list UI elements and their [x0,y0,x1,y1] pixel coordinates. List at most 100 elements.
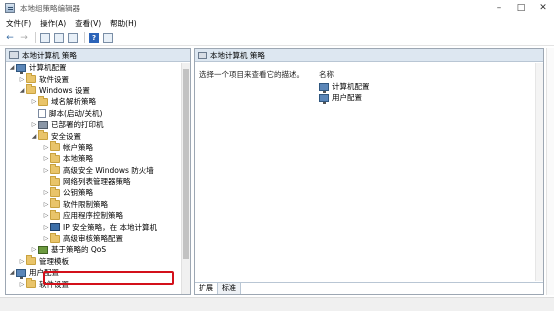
show-hide-tree-icon[interactable] [39,32,51,44]
folder-icon [26,84,36,95]
expand-arrow-icon[interactable]: ◢ [8,269,16,276]
close-icon[interactable]: ✕ [532,0,554,16]
tree-label: 安全设置 [51,131,81,141]
folder-icon [26,278,36,289]
tree-item-network-list[interactable]: 网络列表管理器策略 [6,175,190,187]
tab-extended[interactable]: 扩展 [195,283,218,294]
folder-icon [38,130,48,141]
list-item[interactable]: 用户配置 [319,92,362,104]
folder-icon [50,198,60,209]
tree-item-name-resolution[interactable]: ▷ 域名解析策略 [6,95,190,107]
tree-item-public-key[interactable]: ▷ 公钥策略 [6,186,190,198]
tree-label: 软件设置 [39,279,69,289]
folder-icon [50,152,60,163]
expand-arrow-icon[interactable]: ◢ [18,87,26,94]
tree-item-app-control[interactable]: ▷ 应用程序控制策略 [6,209,190,221]
list-item-label: 用户配置 [332,93,362,102]
tree-item-local-policies[interactable]: ▷ 本地策略 [6,152,190,164]
collapsed-arrow-icon[interactable]: ▷ [18,281,26,288]
forward-icon[interactable]: → [18,32,30,44]
tree-label: Windows 设置 [39,85,90,95]
folder-icon [50,164,60,175]
details-pane: 本地计算机 策略 选择一个项目来查看它的描述。 名称 计算机配置 用户配置 扩展… [194,48,544,295]
tree-item-scripts[interactable]: 脚本(启动/关机) [6,108,190,119]
tree-item-user-software[interactable]: ▷ 软件设置 [6,278,190,289]
folder-icon [50,209,60,220]
user-icon [319,93,329,104]
tab-standard[interactable]: 标准 [218,283,241,294]
description-text: 选择一个项目来查看它的描述。 [199,70,304,79]
tree-item-admin-templates[interactable]: ▷ 管理模板 [6,255,190,267]
tree-item-software-settings[interactable]: ▷ 软件设置 [6,73,190,84]
tree-item-qos[interactable]: ▷ 基于策略的 QoS [6,244,190,255]
tree-scrollbar-thumb[interactable] [183,69,189,259]
tree-label: 应用程序控制策略 [63,211,123,221]
toolbar-separator [84,32,85,43]
tree-item-account-policies[interactable]: ▷ 帐户策略 [6,141,190,153]
collapsed-arrow-icon[interactable]: ▷ [18,76,26,83]
tree-label: 公钥策略 [63,188,93,198]
expand-arrow-icon[interactable]: ◢ [8,64,16,71]
tree-label: 网络列表管理器策略 [63,177,131,187]
list-item-label: 计算机配置 [332,82,370,91]
menu-view[interactable]: 查看(V) [75,18,101,29]
tree-label: 已部署的打印机 [51,120,104,130]
folder-icon [50,232,60,243]
collapsed-arrow-icon[interactable]: ▷ [42,224,50,231]
collapsed-arrow-icon[interactable]: ▷ [42,144,50,151]
collapsed-arrow-icon[interactable]: ▷ [42,189,50,196]
details-scrollbar[interactable] [535,63,543,281]
export-list-icon[interactable] [67,32,79,44]
folder-icon [50,175,60,186]
collapsed-arrow-icon[interactable]: ▷ [42,235,50,242]
tree-label: 软件限制策略 [63,199,108,209]
ip-security-icon [50,223,60,232]
folder-icon [50,141,60,152]
computer-icon [16,63,26,74]
tree-item-user-config[interactable]: ◢ 用户配置 [6,267,190,279]
collapsed-arrow-icon[interactable]: ▷ [30,98,38,105]
user-icon [16,268,26,279]
tree-label: 基于策略的 QoS [51,245,107,255]
properties-icon[interactable] [53,32,65,44]
details-title: 本地计算机 策略 [210,50,265,60]
tree-item-firewall[interactable]: ▷ 高级安全 Windows 防火墙 [6,164,190,176]
tree-label: 计算机配置 [29,63,67,73]
help-icon[interactable]: ? [88,32,100,44]
tree-item-windows-settings[interactable]: ◢ Windows 设置 [6,84,190,96]
policy-icon [9,51,19,59]
tree-scrollbar[interactable] [181,63,190,294]
tree-item-security-settings[interactable]: ◢ 安全设置 [6,130,190,141]
tree-item-computer-config[interactable]: ◢ 计算机配置 [6,62,190,74]
tree-root-row[interactable]: 本地计算机 策略 [6,49,190,62]
tree-item-deployed-printers[interactable]: ▷ 已部署的打印机 [6,119,190,130]
menu-file[interactable]: 文件(F) [6,18,31,29]
collapsed-arrow-icon[interactable]: ▷ [42,167,50,174]
tree-item-software-restriction[interactable]: ▷ 软件限制策略 [6,198,190,210]
maximize-icon[interactable]: □ [510,0,532,16]
menu-action[interactable]: 操作(A) [40,18,66,29]
title-bar: 本地组策略编辑器 – □ ✕ [0,0,554,16]
app-icon [5,3,15,13]
collapsed-arrow-icon[interactable]: ▷ [30,246,38,253]
show-pane-icon[interactable] [102,32,114,44]
status-bar [0,297,554,311]
toolbar: ← → ? [0,30,554,46]
expand-arrow-icon[interactable]: ◢ [30,133,38,140]
collapsed-arrow-icon[interactable]: ▷ [30,121,38,128]
collapsed-arrow-icon[interactable]: ▷ [42,155,50,162]
tree-label: 域名解析策略 [51,97,96,107]
tree-label: 帐户策略 [63,142,93,152]
menu-help[interactable]: 帮助(H) [110,18,137,29]
list-item[interactable]: 计算机配置 [319,81,370,93]
back-icon[interactable]: ← [4,32,16,44]
tree-item-audit-policy[interactable]: ▷ 高级审核策略配置 [6,232,190,244]
collapsed-arrow-icon[interactable]: ▷ [42,212,50,219]
script-icon [38,108,46,118]
column-header-name[interactable]: 名称 [319,69,334,80]
collapsed-arrow-icon[interactable]: ▷ [42,201,50,208]
tree-item-ip-security[interactable]: ▷ IP 安全策略，在 本地计算机 [6,221,190,232]
minimize-icon[interactable]: – [488,0,510,16]
folder-icon [26,73,36,84]
collapsed-arrow-icon[interactable]: ▷ [18,258,26,265]
